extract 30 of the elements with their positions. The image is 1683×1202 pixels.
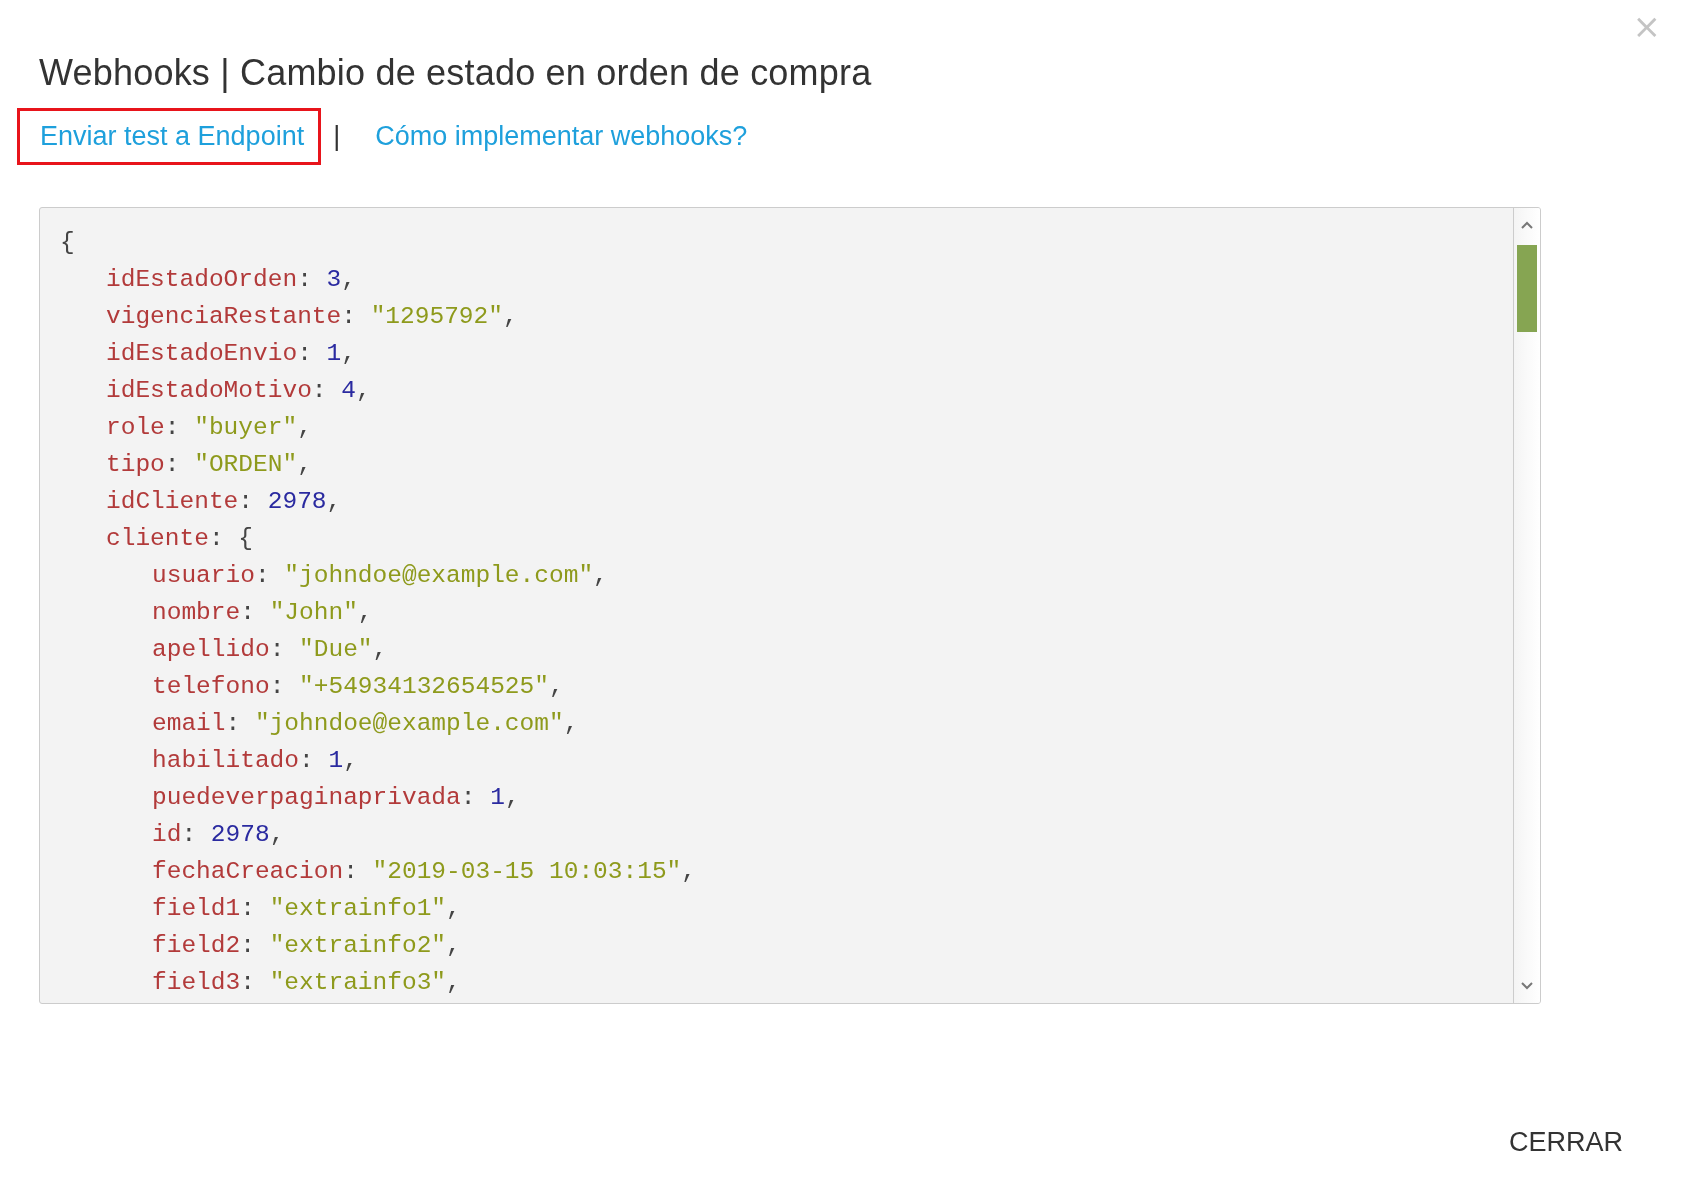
code-line: idCliente: 2978, — [106, 487, 343, 517]
code-line: field3: "extrainfo3", — [152, 968, 462, 998]
code-line: vigenciaRestante: "1295792", — [106, 302, 519, 332]
dialog-title: Webhooks | Cambio de estado en orden de compra — [39, 52, 873, 94]
separator: | — [333, 121, 341, 152]
scrollbar[interactable] — [1513, 208, 1540, 1003]
code-line: field2: "extrainfo2", — [152, 931, 462, 961]
code-line: idEstadoOrden: 3, — [106, 265, 357, 295]
code-line: idEstadoEnvio: 1, — [106, 339, 357, 369]
scroll-down-icon[interactable] — [1519, 981, 1535, 991]
code-line: cliente: { — [106, 524, 255, 554]
code-line: email: "johndoe@example.com", — [152, 709, 580, 739]
close-button[interactable]: CERRAR — [1509, 1119, 1623, 1166]
code-line: role: "buyer", — [106, 413, 313, 443]
code-line: puedeverpaginaprivada: 1, — [152, 783, 521, 813]
code-line: usuario: "johndoe@example.com", — [152, 561, 609, 591]
code-line: nombre: "John", — [152, 598, 374, 628]
link[interactable]: Cómo implementar webhooks? — [352, 108, 765, 165]
scroll-up-icon[interactable] — [1519, 220, 1535, 230]
code-line: idEstadoMotivo: 4, — [106, 376, 372, 406]
scrollbar-thumb[interactable] — [1517, 245, 1537, 332]
code-line: telefono: "+54934132654525", — [152, 672, 565, 702]
code-line: field1: "extrainfo1", — [152, 894, 462, 924]
code-line: apellido: "Due", — [152, 635, 389, 665]
code-line: id: 2978, — [152, 820, 286, 850]
link[interactable]: Enviar test a Endpoint — [17, 108, 322, 165]
code-line: habilitado: 1, — [152, 746, 359, 776]
code-line: fechaCreacion: "2019-03-15 10:03:15", — [152, 857, 697, 887]
code-line: { — [60, 228, 76, 258]
code-line: tipo: "ORDEN", — [106, 450, 313, 480]
